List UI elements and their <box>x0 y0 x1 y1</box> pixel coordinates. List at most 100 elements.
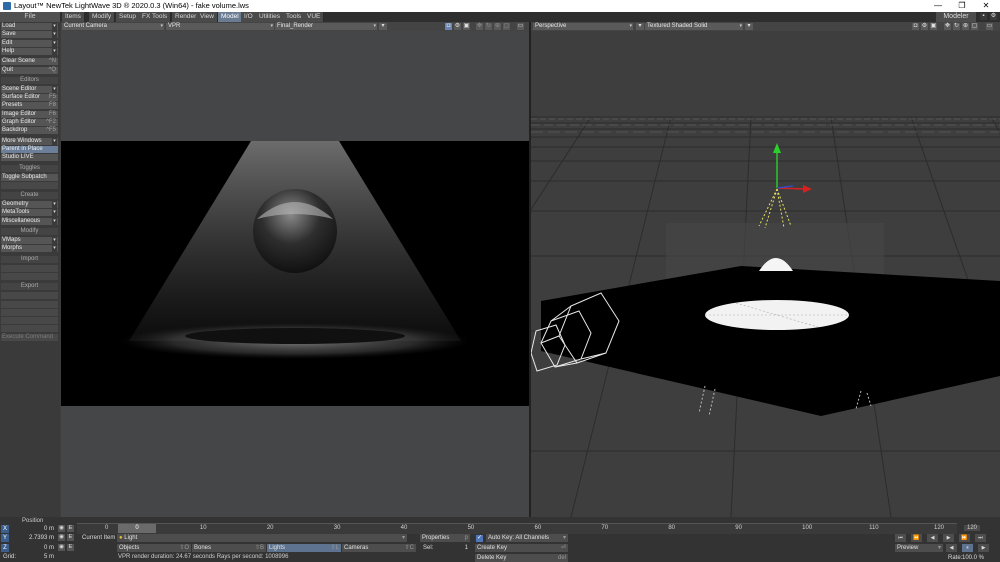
y-eye-icon[interactable]: ◉ <box>58 534 65 541</box>
sidebar-item-geometry[interactable]: Geometry ▾ <box>1 201 58 209</box>
tab-tools[interactable]: Tools <box>283 12 306 22</box>
minimize-button[interactable]: — <box>926 0 950 12</box>
perspective-scene <box>531 116 1000 517</box>
z-eye-icon[interactable]: ◉ <box>58 544 65 551</box>
pause-button[interactable]: ⏸ <box>962 544 973 552</box>
tab-items[interactable]: Items <box>62 12 85 22</box>
tab-model[interactable]: Model <box>218 12 243 22</box>
viewport-gear-icon[interactable]: ⚙ <box>921 23 928 30</box>
restore-button[interactable]: ❐ <box>950 0 974 12</box>
sidebar-item-toggle-subpatch[interactable]: Toggle Subpatch <box>1 173 58 181</box>
prev-key-button[interactable]: ⏪ <box>911 534 922 542</box>
light-gizmo[interactable] <box>758 143 812 229</box>
tab-utilities[interactable]: Utilities <box>256 12 284 22</box>
camera-select[interactable]: Current Camera ▾ <box>62 23 164 30</box>
sidebar-item-presets[interactable]: Presets F8 <box>1 102 58 110</box>
sidebar-item-parent-in-place[interactable]: Parent in Place <box>1 145 58 153</box>
go-start-button[interactable]: ⏮ <box>895 534 906 542</box>
vpr-mode-select[interactable]: VPR ▾ <box>166 23 274 30</box>
auto-key-checkbox[interactable]: ✓ <box>476 535 483 542</box>
z-envelope-button[interactable]: E <box>67 544 74 551</box>
sidebar-item-image-editor[interactable]: Image Editor F6 <box>1 110 58 118</box>
tab-setup[interactable]: Setup <box>116 12 140 22</box>
prev-frame-button[interactable]: ◀ <box>927 534 938 542</box>
y-envelope-button[interactable]: E <box>67 534 74 541</box>
sidebar-item-surface-editor[interactable]: Surface Editor F5 <box>1 94 58 102</box>
sidebar-item-more-windows[interactable]: More Windows ▾ <box>1 137 58 145</box>
maximize-viewport-icon[interactable]: ▭ <box>986 23 993 30</box>
play-reverse-button[interactable]: ◀ <box>946 544 957 552</box>
tab-i-o[interactable]: I/O <box>241 12 257 22</box>
zoom-icon[interactable]: ⊕ <box>962 23 969 30</box>
render-preset-select[interactable]: Final_Render ▾ <box>275 23 377 30</box>
sidebar-item-clear-scene[interactable]: Clear Scene ^N <box>1 58 58 66</box>
current-item-select[interactable]: ● Light ▾ <box>117 534 407 542</box>
play-button[interactable]: ▶ <box>978 544 989 552</box>
sidebar-item-miscellaneous[interactable]: Miscellaneous ▾ <box>1 217 58 225</box>
next-key-button[interactable]: ⏩ <box>959 534 970 542</box>
sidebar-item-scene-editor[interactable]: Scene Editor ▾ <box>1 85 58 93</box>
properties-button[interactable]: Properties p <box>420 534 470 542</box>
camera-view-icon[interactable]: ◘ <box>912 23 919 30</box>
tab-modify[interactable]: Modify <box>89 12 116 22</box>
viewport-gear-icon[interactable]: ⚙ <box>454 23 461 30</box>
shading-select[interactable]: Textured Shaded Solid ▾ <box>645 23 743 30</box>
rotate-icon[interactable]: ↻ <box>485 23 492 30</box>
sidebar-item-graph-editor[interactable]: Graph Editor ^F2 <box>1 119 58 126</box>
sel-label: Sel: <box>423 545 434 551</box>
tab-fx-tools[interactable]: FX Tools <box>139 12 172 22</box>
layout-options-icon[interactable]: ▪ <box>980 13 987 20</box>
sidebar-item-quit[interactable]: Quit ^Q <box>1 66 58 74</box>
view-type-select[interactable]: Perspective ▾ <box>533 23 633 30</box>
delete-key-button[interactable]: Delete Key del <box>475 554 568 562</box>
bones-button[interactable]: Bones ⇧B <box>192 544 266 552</box>
x-eye-icon[interactable]: ◉ <box>58 525 65 532</box>
perspective-viewport[interactable] <box>531 31 1000 517</box>
sidebar-item-metatools[interactable]: MetaTools ▾ <box>1 209 58 217</box>
sidebar-item-backdrop[interactable]: Backdrop ^F5 <box>1 127 58 135</box>
go-end-button[interactable]: ⏭ <box>975 534 986 542</box>
preview-select[interactable]: Preview ▾ <box>895 544 943 552</box>
frame-slider[interactable] <box>77 523 957 534</box>
pan-icon[interactable]: ✥ <box>476 23 483 30</box>
frame-current-handle[interactable]: 0 <box>118 524 156 533</box>
grid-value[interactable]: 5 m <box>40 554 54 560</box>
gear-icon[interactable]: ⚙ <box>990 13 997 20</box>
rate-value[interactable]: 100.0 % <box>962 555 984 561</box>
cameras-button[interactable]: Cameras ⇧C <box>342 544 416 552</box>
sidebar-item-load[interactable]: Load ▾ <box>1 23 58 30</box>
create-key-button[interactable]: Create Key ⏎ <box>475 544 568 552</box>
tab-view[interactable]: View <box>197 12 218 22</box>
x-envelope-button[interactable]: E <box>67 525 74 532</box>
lights-button[interactable]: Lights ⇧L <box>267 544 341 552</box>
auto-key-select[interactable]: Auto Key: All Channels ▾ <box>486 534 568 542</box>
frame-start[interactable]: 0 <box>105 525 108 531</box>
render-icon[interactable]: ▣ <box>930 23 937 30</box>
sidebar-item-save[interactable]: Save ▾ <box>1 31 58 39</box>
tab-vue[interactable]: VUE <box>304 12 325 22</box>
z-value[interactable]: 0 m <box>10 544 54 552</box>
camera-lock-icon[interactable]: ◘ <box>445 23 452 30</box>
fit-icon[interactable]: ▢ <box>971 23 978 30</box>
view-options-icon[interactable]: ▾ <box>636 23 644 30</box>
frame-end[interactable]: 120 <box>964 525 981 531</box>
objects-button[interactable]: Objects ⇧O <box>117 544 191 552</box>
sidebar-item-morphs[interactable]: Morphs ▾ <box>1 245 58 253</box>
modeler-button[interactable]: Modeler <box>936 12 976 22</box>
x-value[interactable]: 0 m <box>10 525 54 533</box>
sidebar-item-vmaps[interactable]: VMaps ▾ <box>1 237 58 244</box>
fit-icon[interactable]: ▢ <box>503 23 510 30</box>
sidebar-item-edit[interactable]: Edit ▾ <box>1 39 58 47</box>
shading-options-icon[interactable]: ▾ <box>745 23 753 30</box>
close-button[interactable]: ✕ <box>974 0 998 12</box>
rotate-icon[interactable]: ↻ <box>953 23 960 30</box>
maximize-viewport-icon[interactable]: ▭ <box>517 23 524 30</box>
pan-icon[interactable]: ✥ <box>944 23 951 30</box>
sidebar-item-studio-live[interactable]: Studio LIVE <box>1 154 58 162</box>
sidebar-item-help[interactable]: Help ▾ <box>1 47 58 55</box>
render-icon[interactable]: ▣ <box>463 23 470 30</box>
zoom-icon[interactable]: ⊕ <box>494 23 501 30</box>
y-value[interactable]: 2.7393 m <box>10 534 54 542</box>
next-frame-button[interactable]: ▶ <box>943 534 954 542</box>
preset-options-icon[interactable]: ▾ <box>379 23 387 30</box>
